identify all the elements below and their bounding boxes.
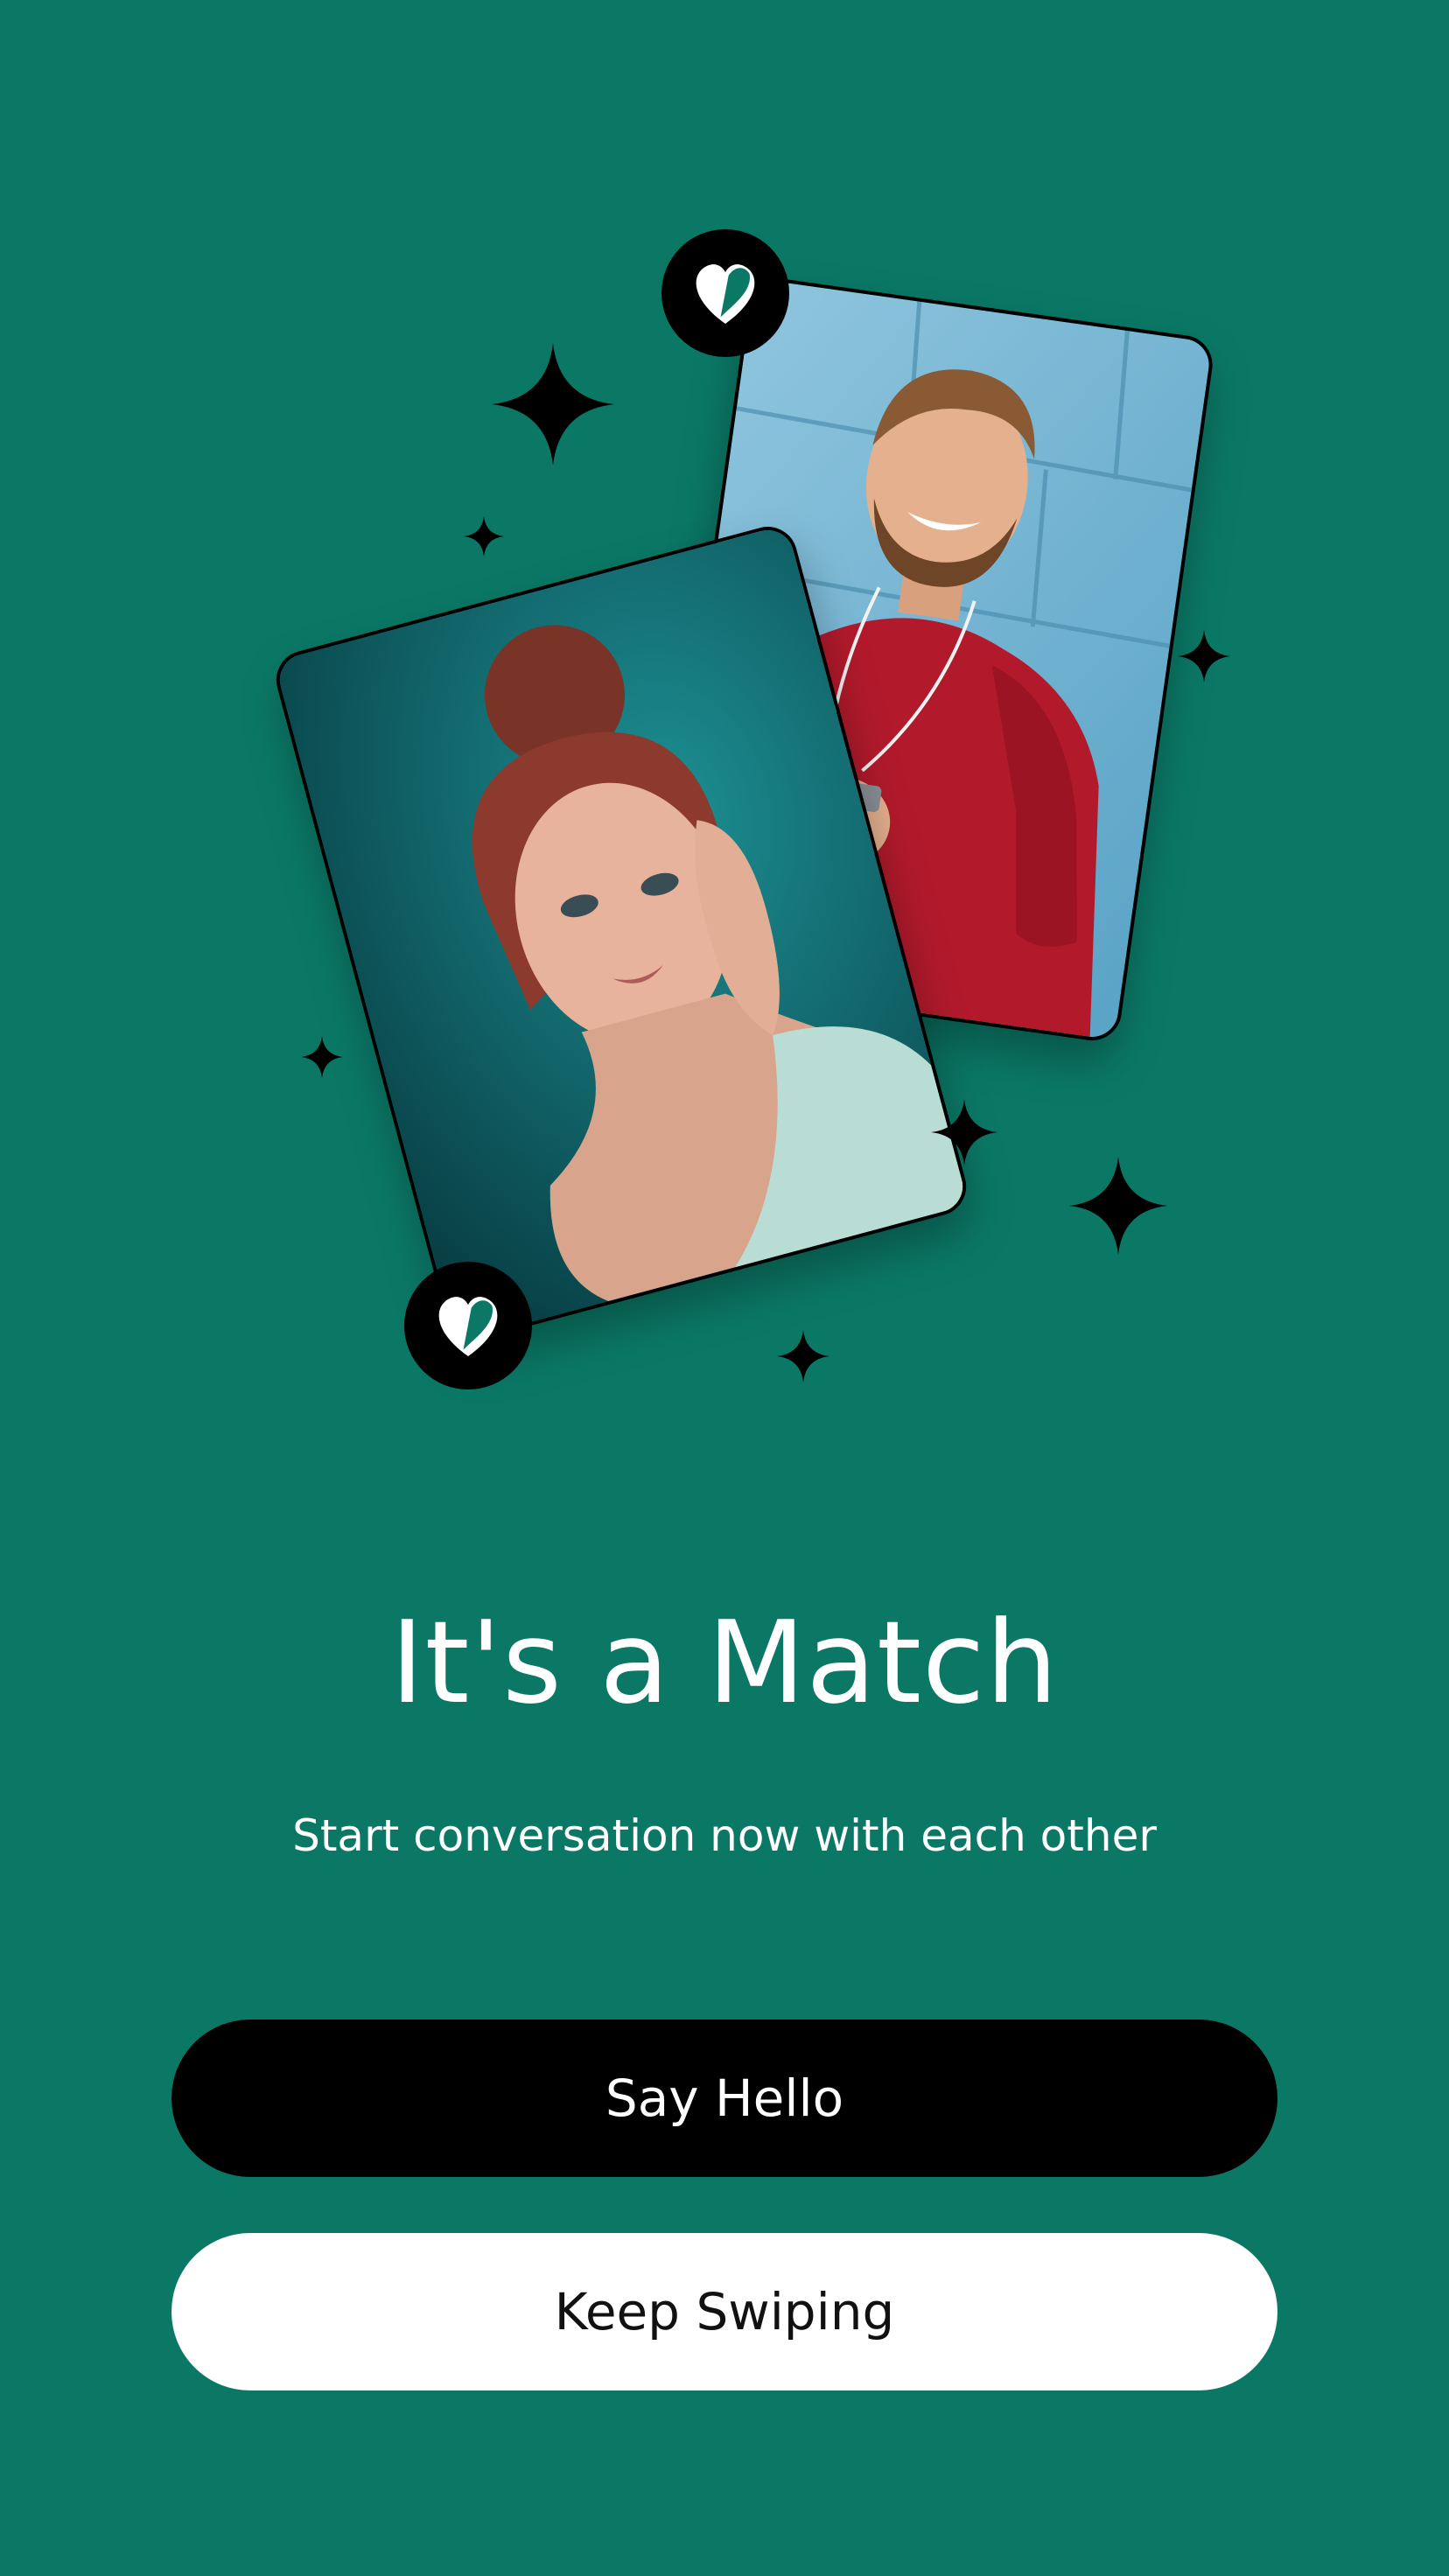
match-title: It's a Match xyxy=(390,1596,1059,1729)
sparkle-icon xyxy=(1178,630,1230,682)
heart-badge-bottom xyxy=(404,1262,532,1390)
sparkle-icon xyxy=(931,1099,998,1166)
sparkle-icon xyxy=(464,516,504,556)
heart-icon xyxy=(438,1297,498,1356)
match-screen: It's a Match Start conversation now with… xyxy=(0,0,1449,2576)
say-hello-button[interactable]: Say Hello xyxy=(172,2020,1278,2177)
heart-icon xyxy=(696,264,755,324)
keep-swiping-button[interactable]: Keep Swiping xyxy=(172,2233,1278,2390)
sparkle-icon xyxy=(492,343,614,466)
sparkle-icon xyxy=(777,1330,830,1382)
sparkle-icon xyxy=(1069,1157,1167,1255)
sparkle-icon xyxy=(301,1036,343,1078)
match-subtitle: Start conversation now with each other xyxy=(292,1810,1157,1861)
heart-badge-top xyxy=(662,229,789,357)
